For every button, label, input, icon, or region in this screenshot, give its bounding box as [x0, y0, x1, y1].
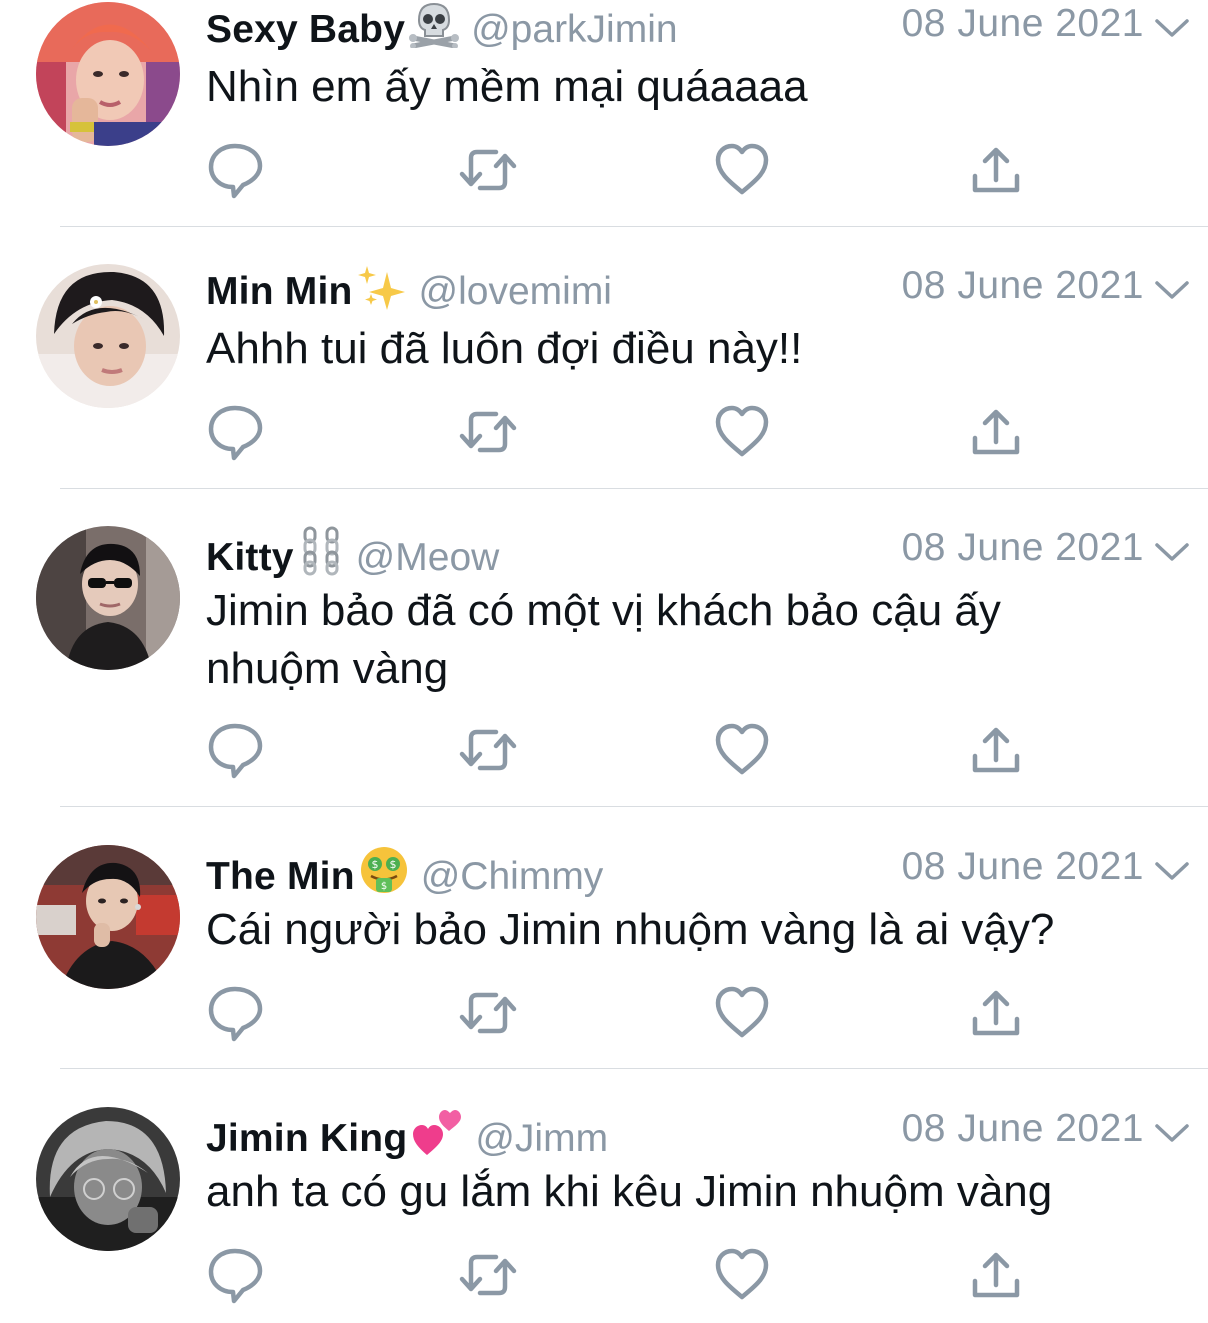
tweet[interactable]: Min Min @lovemimi 08 June 2021 Ahhh tui …: [0, 262, 1208, 488]
user-handle[interactable]: @parkJimin: [471, 8, 677, 51]
like-button[interactable]: [712, 140, 772, 200]
like-button[interactable]: [712, 720, 772, 780]
tweet-actions: [206, 140, 1036, 200]
tweet-text: Ahhh tui đã luôn đợi điều này!!: [206, 324, 803, 373]
share-upload-icon: [972, 990, 1020, 1036]
like-button[interactable]: [712, 983, 772, 1043]
user-handle[interactable]: @Jimm: [475, 1117, 608, 1160]
display-name[interactable]: Sexy Baby: [206, 8, 405, 51]
retweet-button[interactable]: [458, 720, 518, 780]
sparkles-icon: [357, 264, 407, 315]
tweet-date: 08 June 2021: [901, 845, 1144, 888]
divider: [60, 1068, 1208, 1069]
chevron-down-icon[interactable]: [1154, 10, 1190, 46]
share-button[interactable]: [966, 140, 1026, 200]
heart-icon: [715, 405, 769, 457]
two-hearts-icon: [411, 1107, 463, 1162]
comment-bubble-icon: [208, 986, 263, 1042]
share-button[interactable]: [966, 983, 1026, 1043]
skull-crossbones-icon: [409, 2, 460, 53]
reply-button[interactable]: [206, 1245, 266, 1305]
reply-button[interactable]: [206, 140, 266, 200]
divider: [60, 806, 1208, 807]
user-handle[interactable]: @Chimmy: [421, 855, 604, 898]
chevron-down-icon[interactable]: [1154, 534, 1190, 570]
avatar[interactable]: [36, 1107, 180, 1251]
tweet[interactable]: Kitty @Meow 08 June 2021 Jimin bảo đã có…: [0, 524, 1208, 806]
svg-text:$: $: [371, 858, 378, 871]
display-name[interactable]: Jimin King: [206, 1117, 407, 1160]
reply-button[interactable]: [206, 983, 266, 1043]
money-mouth-face-icon: $ $ $: [359, 845, 409, 900]
heart-icon: [715, 986, 769, 1038]
retweet-icon: [459, 729, 517, 771]
chains-icon: [298, 526, 344, 581]
tweet-actions: [206, 983, 1036, 1043]
tweet-timeline: Sexy Baby @parkJimin 08 June 2021 Nhìn e…: [0, 0, 1208, 1323]
tweet-date: 08 June 2021: [901, 264, 1144, 307]
svg-text:$: $: [381, 881, 387, 892]
display-name[interactable]: Min Min: [206, 270, 353, 313]
retweet-button[interactable]: [458, 402, 518, 462]
chevron-down-icon[interactable]: [1154, 853, 1190, 889]
tweet-actions: [206, 1245, 1036, 1305]
retweet-button[interactable]: [458, 1245, 518, 1305]
reply-button[interactable]: [206, 720, 266, 780]
share-upload-icon: [972, 409, 1020, 455]
chevron-down-icon[interactable]: [1154, 1115, 1190, 1151]
heart-icon: [715, 143, 769, 195]
tweet[interactable]: The Min $ $ $ @Chimmy 08 June 2021 Cái n…: [0, 843, 1208, 1068]
tweet-text: anh ta có gu lắm khi kêu Jimin nhuộm vàn…: [206, 1167, 1053, 1216]
avatar[interactable]: [36, 2, 180, 146]
user-handle[interactable]: @lovemimi: [419, 270, 612, 313]
tweet-date: 08 June 2021: [901, 526, 1144, 569]
retweet-icon: [459, 1254, 517, 1296]
share-upload-icon: [972, 727, 1020, 773]
tweet-text: Cái người bảo Jimin nhuộm vàng là ai vậy…: [206, 905, 1055, 954]
share-button[interactable]: [966, 402, 1026, 462]
retweet-icon: [459, 411, 517, 453]
heart-icon: [715, 723, 769, 775]
heart-icon: [715, 1248, 769, 1300]
divider: [60, 488, 1208, 489]
share-upload-icon: [972, 147, 1020, 193]
tweet-actions: [206, 402, 1036, 462]
like-button[interactable]: [712, 402, 772, 462]
like-button[interactable]: [712, 1245, 772, 1305]
user-handle[interactable]: @Meow: [356, 536, 500, 579]
tweet-actions: [206, 720, 1036, 780]
comment-bubble-icon: [208, 723, 263, 779]
share-button[interactable]: [966, 1245, 1026, 1305]
share-upload-icon: [972, 1252, 1020, 1298]
tweet[interactable]: Jimin King @Jimm 08 June 2021 anh ta có …: [0, 1105, 1208, 1323]
comment-bubble-icon: [208, 405, 263, 461]
comment-bubble-icon: [208, 1248, 263, 1304]
comment-bubble-icon: [208, 143, 263, 199]
retweet-button[interactable]: [458, 140, 518, 200]
divider: [60, 226, 1208, 227]
display-name[interactable]: The Min: [206, 855, 355, 898]
retweet-icon: [459, 992, 517, 1034]
avatar[interactable]: [36, 526, 180, 670]
chevron-down-icon[interactable]: [1154, 272, 1190, 308]
retweet-icon: [459, 149, 517, 191]
retweet-button[interactable]: [458, 983, 518, 1043]
tweet-text: Jimin bảo đã có một vị khách bảo cậu ấy …: [206, 586, 1001, 693]
svg-text:$: $: [389, 858, 396, 871]
reply-button[interactable]: [206, 402, 266, 462]
share-button[interactable]: [966, 720, 1026, 780]
tweet-date: 08 June 2021: [901, 1107, 1144, 1150]
tweet-text: Nhìn em ấy mềm mại quáaaaa: [206, 62, 808, 111]
avatar[interactable]: [36, 264, 180, 408]
avatar[interactable]: [36, 845, 180, 989]
display-name[interactable]: Kitty: [206, 536, 294, 579]
tweet-date: 08 June 2021: [901, 2, 1144, 45]
tweet[interactable]: Sexy Baby @parkJimin 08 June 2021 Nhìn e…: [0, 0, 1208, 226]
